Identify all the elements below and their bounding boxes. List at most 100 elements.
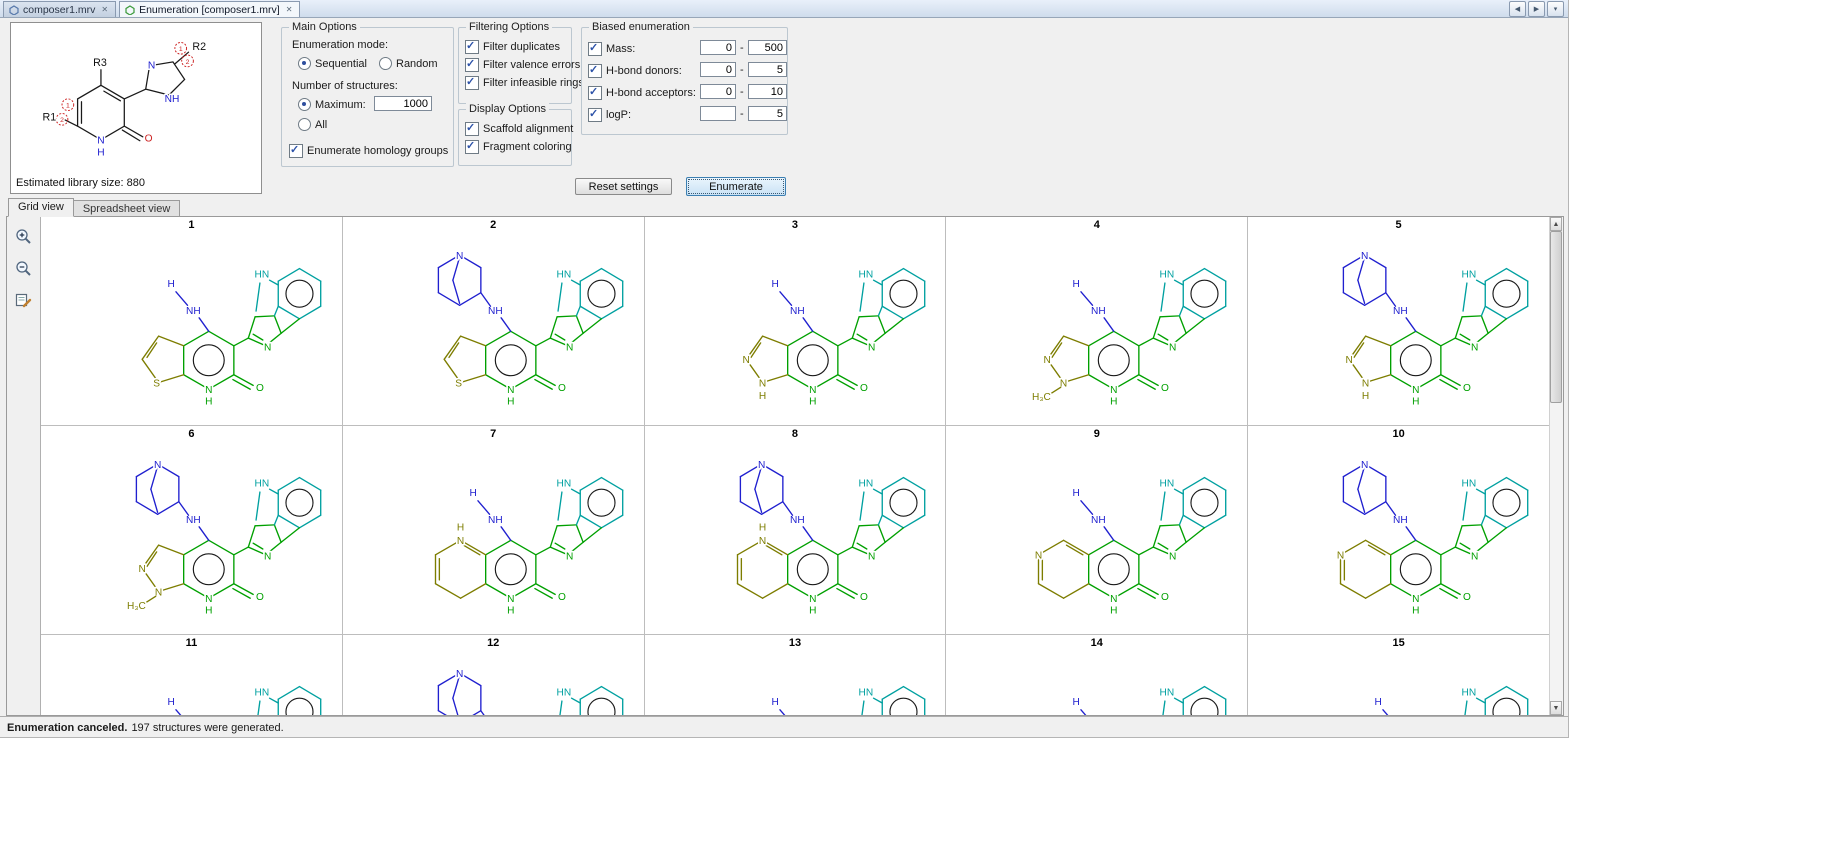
svg-text:N: N <box>566 343 573 354</box>
structure-cell[interactable]: 13 ONHNHNHHNHN <box>645 635 947 715</box>
close-tab-icon[interactable]: ✕ <box>99 4 110 15</box>
number-of-structures-label: Number of structures: <box>292 80 398 92</box>
structure-cell[interactable]: 9 ONHNNHHNHN <box>946 426 1248 635</box>
structure-cell[interactable]: 6 ONHNNH₃CNHNNHN <box>41 426 343 635</box>
atom-n: N <box>148 61 155 72</box>
tab-spreadsheet-view[interactable]: Spreadsheet view <box>74 200 180 217</box>
enumeration-file-icon <box>125 5 135 15</box>
svg-text:N: N <box>1111 385 1118 396</box>
structure-cell[interactable]: 3 ONHNNHNHHNHN <box>645 217 947 426</box>
svg-text:N: N <box>759 536 766 547</box>
scroll-tabs-left-button[interactable]: ◀ <box>1509 1 1526 17</box>
svg-text:NH: NH <box>790 515 805 526</box>
svg-text:H: H <box>809 397 816 408</box>
tab-list-dropdown-button[interactable]: ▾ <box>1547 1 1564 17</box>
maximum-structures-input[interactable] <box>374 96 432 111</box>
radio-all[interactable]: All <box>298 118 327 131</box>
structure-cell[interactable]: 8 ONHNHNHNNHN <box>645 426 947 635</box>
svg-text:N: N <box>1471 552 1478 563</box>
svg-text:H: H <box>771 697 778 708</box>
tab-grid-view[interactable]: Grid view <box>8 198 74 217</box>
mass-max-input[interactable] <box>748 40 787 55</box>
main-options-group: Main Options Enumeration mode: Sequentia… <box>281 27 454 167</box>
app-window: composer1.mrv ✕ Enumeration [composer1.m… <box>0 0 1569 738</box>
tab-enumeration[interactable]: Enumeration [composer1.mrv] ✕ <box>119 1 300 17</box>
checkbox-logp[interactable]: logP: <box>588 108 631 122</box>
reset-settings-button[interactable]: Reset settings <box>575 178 672 195</box>
radio-sequential[interactable]: Sequential <box>298 57 367 70</box>
zoom-in-icon <box>15 228 32 245</box>
scroll-tabs-right-button[interactable]: ▶ <box>1528 1 1545 17</box>
cell-number: 3 <box>645 217 946 231</box>
structure-cell[interactable]: 15 ONHNNHHNHN <box>1248 635 1550 715</box>
scrollbar-thumb[interactable] <box>1550 231 1562 403</box>
atom-nh: NH <box>165 94 180 105</box>
svg-text:N: N <box>742 355 749 366</box>
hbond-donors-min-input[interactable] <box>700 62 736 77</box>
export-view-button[interactable] <box>11 287 37 313</box>
enumerate-button[interactable]: Enumerate <box>686 177 786 196</box>
structure-cell[interactable]: 4 ONHNNH₃CNHHNHN <box>946 217 1248 426</box>
zoom-in-button[interactable] <box>11 223 37 249</box>
checkbox-label: Scaffold alignment <box>483 123 573 135</box>
cell-number: 12 <box>343 635 644 649</box>
svg-text:H: H <box>457 523 464 534</box>
zoom-out-button[interactable] <box>11 255 37 281</box>
radio-random[interactable]: Random <box>379 57 438 70</box>
checkbox-filter-duplicates[interactable]: Filter duplicates <box>465 40 560 54</box>
svg-text:N: N <box>507 385 514 396</box>
range-dash: - <box>740 42 744 54</box>
hbond-acceptors-min-input[interactable] <box>700 84 736 99</box>
group-title: Main Options <box>289 21 360 33</box>
scroll-down-button[interactable]: ▼ <box>1550 701 1562 715</box>
radio-maximum[interactable]: Maximum: <box>298 98 366 111</box>
hbond-donors-max-input[interactable] <box>748 62 787 77</box>
svg-text:N: N <box>1169 343 1176 354</box>
checkbox-icon <box>465 140 479 154</box>
tab-composer[interactable]: composer1.mrv ✕ <box>3 1 116 17</box>
checkbox-fragment-coloring[interactable]: Fragment coloring <box>465 140 572 154</box>
checkbox-mass[interactable]: Mass: <box>588 42 635 56</box>
svg-text:N: N <box>457 536 464 547</box>
logp-min-input[interactable] <box>700 106 736 121</box>
structure-cell[interactable]: 14 ONHNHNHHNHN <box>946 635 1248 715</box>
structure-cell[interactable]: 5 ONHNNHNHNNHN <box>1248 217 1550 426</box>
molecule-drawing: ONHNNH₃CNHHNHN <box>950 230 1243 423</box>
mass-min-input[interactable] <box>700 40 736 55</box>
hbond-acceptors-max-input[interactable] <box>748 84 787 99</box>
svg-text:NH: NH <box>1091 515 1106 526</box>
export-icon <box>15 292 32 309</box>
svg-text:HN: HN <box>255 478 270 489</box>
svg-text:N: N <box>1169 552 1176 563</box>
structure-cell[interactable]: 7 ONHNHNHHNHN <box>343 426 645 635</box>
cell-number: 7 <box>343 426 644 440</box>
checkbox-hbond-acceptors[interactable]: H-bond acceptors: <box>588 86 696 100</box>
attachment-marker-1: 1 <box>179 46 183 53</box>
structure-cell[interactable]: 2 ONHSNHNNHN <box>343 217 645 426</box>
scroll-up-button[interactable]: ▲ <box>1550 217 1562 231</box>
close-tab-icon[interactable]: ✕ <box>284 4 295 15</box>
checkbox-filter-valence-errors[interactable]: Filter valence errors <box>465 58 580 72</box>
checkbox-scaffold-alignment[interactable]: Scaffold alignment <box>465 122 573 136</box>
checkbox-filter-infeasible-rings[interactable]: Filter infeasible rings <box>465 76 584 90</box>
structure-cell[interactable]: 11 ONHNNHNHHNHN <box>41 635 343 715</box>
cell-number: 10 <box>1248 426 1549 440</box>
group-title: Filtering Options <box>466 21 552 33</box>
structure-cell[interactable]: 1 ONHSNHHNHN <box>41 217 343 426</box>
checkbox-enumerate-homology[interactable]: Enumerate homology groups <box>289 144 448 158</box>
display-options-group: Display Options Scaffold alignment Fragm… <box>458 109 572 166</box>
svg-text:HN: HN <box>1160 269 1175 280</box>
svg-text:NH: NH <box>1393 515 1408 526</box>
svg-text:N: N <box>456 669 463 680</box>
checkbox-label: Filter infeasible rings <box>483 77 584 89</box>
checkbox-hbond-donors[interactable]: H-bond donors: <box>588 64 682 78</box>
structure-cell[interactable]: 12 ONHNNHNHNNHN <box>343 635 645 715</box>
filtering-options-group: Filtering Options Filter duplicates Filt… <box>458 27 572 104</box>
range-dash: - <box>740 64 744 76</box>
logp-max-input[interactable] <box>748 106 787 121</box>
range-dash: - <box>740 86 744 98</box>
svg-text:O: O <box>1463 383 1471 394</box>
status-message: 197 structures were generated. <box>131 722 283 734</box>
grid-scrollbar[interactable]: ▲ ▼ <box>1549 217 1563 715</box>
structure-cell[interactable]: 10 ONHNNHNNHN <box>1248 426 1550 635</box>
